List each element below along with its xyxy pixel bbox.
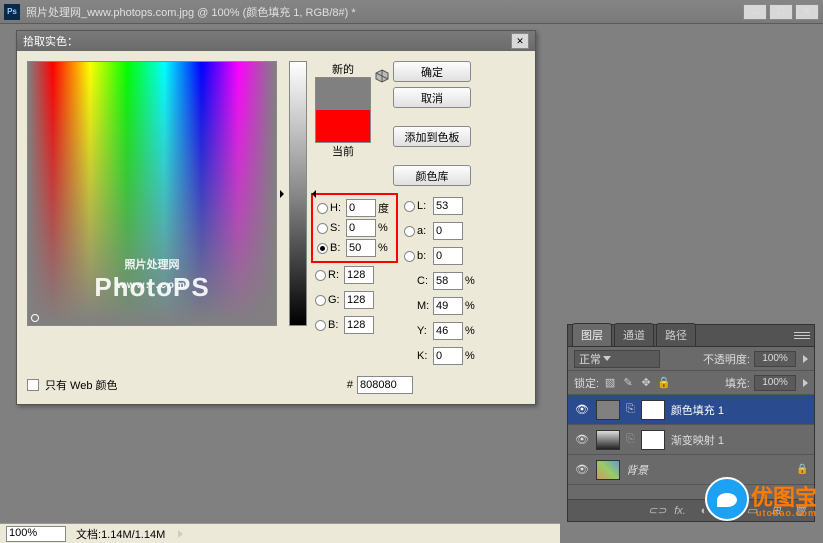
blue-input[interactable]	[344, 316, 374, 334]
opacity-flyout-icon[interactable]	[803, 355, 808, 363]
app-icon: Ps	[4, 4, 20, 20]
hex-prefix: #	[347, 379, 353, 391]
color-swatch	[315, 77, 371, 143]
hue-input[interactable]	[346, 199, 376, 217]
status-flyout-icon[interactable]	[178, 530, 183, 538]
close-window-button[interactable]: ✕	[795, 4, 819, 20]
fill-input[interactable]: 100%	[754, 375, 796, 391]
green-input[interactable]	[344, 291, 374, 309]
layer-thumbnail[interactable]	[596, 430, 620, 450]
saturation-radio[interactable]	[317, 223, 328, 234]
lock-transparent-icon[interactable]: ▧	[603, 376, 617, 390]
lab-l-input[interactable]	[433, 197, 463, 215]
fill-flyout-icon[interactable]	[803, 379, 808, 387]
current-color-label: 当前	[332, 143, 354, 159]
link-layers-icon[interactable]: ⊂⊃	[648, 504, 664, 517]
layer-row[interactable]: 👁 ⎘ 渐变映射 1	[568, 425, 814, 455]
watermark-text: 照片处理网	[28, 256, 276, 272]
chevron-down-icon	[603, 356, 611, 361]
lab-b-input[interactable]	[433, 247, 463, 265]
brightness-slider[interactable]	[289, 61, 307, 326]
layer-thumbnail[interactable]	[596, 400, 620, 420]
lab-a-input[interactable]	[433, 222, 463, 240]
layer-row[interactable]: 👁 ⎘ 颜色填充 1	[568, 395, 814, 425]
layer-effects-icon[interactable]: fx.	[672, 505, 688, 517]
lock-position-icon[interactable]: ✥	[639, 376, 653, 390]
layer-name[interactable]: 渐变映射 1	[671, 432, 808, 448]
layer-mask-thumbnail[interactable]	[641, 430, 665, 450]
visibility-toggle-icon[interactable]: 👁	[574, 432, 590, 448]
color-cursor-icon	[31, 314, 39, 322]
tab-paths[interactable]: 路径	[656, 323, 696, 346]
lock-all-icon[interactable]: 🔒	[657, 376, 671, 390]
status-bar: 100% 文档:1.14M/1.14M	[0, 523, 560, 543]
lock-pixels-icon[interactable]: ✎	[621, 376, 635, 390]
layer-mask-thumbnail[interactable]	[641, 400, 665, 420]
lab-l-radio[interactable]	[404, 201, 415, 212]
red-radio[interactable]	[315, 270, 326, 281]
lock-icon: 🔒	[796, 464, 808, 475]
tab-layers[interactable]: 图层	[572, 323, 612, 346]
new-color-label: 新的	[332, 61, 354, 77]
color-libraries-button[interactable]: 颜色库	[393, 165, 471, 186]
hue-radio[interactable]	[317, 203, 328, 214]
dialog-close-button[interactable]: ✕	[511, 33, 529, 49]
lab-b-radio[interactable]	[404, 251, 415, 262]
visibility-toggle-icon[interactable]: 👁	[574, 402, 590, 418]
layer-thumbnail[interactable]	[596, 460, 620, 480]
layer-name[interactable]: 颜色填充 1	[671, 402, 808, 418]
add-to-swatches-button[interactable]: 添加到色板	[393, 126, 471, 147]
link-icon[interactable]: ⎘	[626, 433, 635, 446]
green-radio[interactable]	[315, 295, 326, 306]
yellow-input[interactable]	[433, 322, 463, 340]
maximize-button[interactable]: ☐	[769, 4, 793, 20]
magenta-input[interactable]	[433, 297, 463, 315]
dialog-title: 拾取实色：	[23, 33, 78, 49]
ok-button[interactable]: 确定	[393, 61, 471, 82]
hex-input[interactable]	[357, 376, 413, 394]
color-field[interactable]: 照片处理网 www. .com PhotoPS	[27, 61, 277, 326]
visibility-toggle-icon[interactable]: 👁	[574, 462, 590, 478]
bird-icon	[705, 477, 749, 521]
cancel-button[interactable]: 取消	[393, 87, 471, 108]
blend-mode-select[interactable]: 正常	[574, 350, 660, 368]
window-title: 照片处理网_www.photops.com.jpg @ 100% (颜色填充 1…	[26, 4, 743, 20]
document-size-label: 文档:1.14M/1.14M	[76, 526, 165, 542]
blue-radio[interactable]	[315, 320, 326, 331]
current-color-preview[interactable]	[316, 110, 370, 142]
watermark-logo: 优图宝 utobao.com	[705, 477, 817, 521]
red-input[interactable]	[344, 266, 374, 284]
black-input[interactable]	[433, 347, 463, 365]
layer-name[interactable]: 背景	[626, 462, 790, 478]
color-picker-dialog: 拾取实色： ✕ 照片处理网 www. .com PhotoPS	[16, 30, 536, 405]
window-titlebar: Ps 照片处理网_www.photops.com.jpg @ 100% (颜色填…	[0, 0, 823, 24]
cyan-input[interactable]	[433, 272, 463, 290]
only-web-colors-label: 只有 Web 颜色	[45, 377, 118, 393]
panel-menu-icon[interactable]	[794, 328, 810, 342]
brightness-input[interactable]	[346, 239, 376, 257]
opacity-input[interactable]: 100%	[754, 351, 796, 367]
zoom-input[interactable]: 100%	[6, 526, 66, 542]
new-color-preview	[316, 78, 370, 110]
fill-label: 填充:	[725, 375, 750, 391]
lock-label: 锁定:	[574, 375, 599, 391]
opacity-label: 不透明度:	[703, 351, 750, 367]
minimize-button[interactable]: —	[743, 4, 767, 20]
lab-a-radio[interactable]	[404, 226, 415, 237]
saturation-input[interactable]	[346, 219, 376, 237]
only-web-colors-checkbox[interactable]	[27, 379, 39, 391]
tab-channels[interactable]: 通道	[614, 323, 654, 346]
gamut-warning-icon[interactable]	[375, 69, 389, 83]
brightness-radio[interactable]	[317, 243, 328, 254]
link-icon[interactable]: ⎘	[626, 403, 635, 416]
